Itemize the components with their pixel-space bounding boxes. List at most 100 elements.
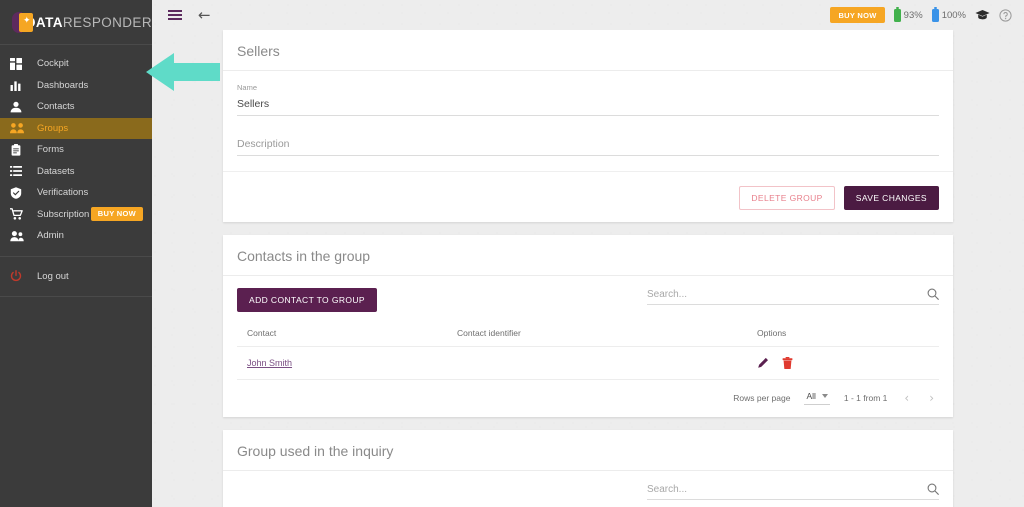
description-field-wrap [237,116,939,156]
add-contact-to-group-button[interactable]: ADD CONTACT TO GROUP [237,288,377,312]
inquiry-search-input[interactable] [647,483,927,495]
chevron-left-icon[interactable]: ‹ [901,392,912,404]
buy-now-button[interactable]: BUY NOW [830,7,885,23]
sidebar-divider [0,255,152,257]
inquiry-section-title: Group used in the inquiry [223,430,953,471]
save-changes-button[interactable]: SAVE CHANGES [843,186,939,210]
shopping-cart-icon [10,208,30,220]
table-row: John Smith [237,346,939,380]
contacts-in-group-card: Contacts in the group ADD CONTACT TO GRO… [223,235,953,417]
sidebar-item-admin[interactable]: Admin [0,225,152,247]
trash-icon[interactable] [782,357,793,369]
contact-link[interactable]: John Smith [247,358,292,368]
sidebar-item-label: Groups [37,122,69,134]
arrow-left-icon[interactable]: ← [198,7,211,23]
power-icon [10,270,30,282]
meter-green-label: 93% [903,9,923,21]
top-bar: ← BUY NOW 93% 100% [152,0,1024,30]
group-form-actions: DELETE GROUP SAVE CHANGES [223,171,953,222]
logo-mark-icon: ✦ [12,11,33,33]
chevron-down-icon [821,394,828,398]
sidebar-item-label: Dashboards [37,79,89,91]
page-title: Sellers [223,30,953,71]
subscription-buy-now-badge[interactable]: BUY NOW [90,206,143,221]
contacts-rows-per-page-value: All [806,391,816,401]
contacts-paginator: Rows per page All 1 - 1 from 1 ‹ › [237,380,939,417]
sidebar-item-datasets[interactable]: Datasets [0,161,152,183]
brand-logo[interactable]: ✦ DATARESPONDER [0,0,152,45]
dashboard-grid-icon [10,57,30,70]
group-used-in-inquiry-card: Group used in the inquiry Dataset Gr [223,430,953,507]
contacts-search-wrap [647,288,939,305]
sidebar-item-label: Forms [37,144,64,156]
contacts-page-range: 1 - 1 from 1 [843,393,888,403]
main-content: Sellers Name DELETE GROUP SAVE CHANGES C… [152,30,1024,507]
sidebar-item-label: Contacts [37,101,75,113]
contacts-header-row: Contact Contact identifier Options [237,322,939,347]
meter-blue[interactable]: 100% [931,6,966,22]
delete-group-button[interactable]: DELETE GROUP [739,186,835,210]
chevron-right-icon[interactable]: › [926,392,937,404]
battery-blue-icon [931,6,939,22]
sidebar-item-label: Log out [37,270,69,282]
meter-green[interactable]: 93% [893,6,923,22]
top-bar-left: ← [152,7,211,23]
sidebar-nav: Cockpit Dashboards Contacts Groups Forms… [0,45,152,297]
contacts-col-identifier: Contact identifier [447,322,747,347]
people-admin-icon [10,230,30,242]
contacts-section-body: ADD CONTACT TO GROUP Contact Contact ide… [223,276,953,417]
sidebar-item-label: Cockpit [37,58,69,70]
name-field-wrap: Name [237,71,939,116]
sidebar-item-verifications[interactable]: Verifications [0,182,152,204]
name-field-label: Name [237,83,258,92]
shield-check-icon [10,186,30,199]
sidebar-item-dashboards[interactable]: Dashboards [0,75,152,97]
pencil-icon[interactable] [757,357,769,369]
contacts-col-contact: Contact [237,322,447,347]
group-form: Name [223,71,953,156]
contacts-cell-contact: John Smith [237,346,447,380]
sidebar-item-contacts[interactable]: Contacts [0,96,152,118]
people-group-icon [10,122,30,134]
sidebar-item-label: Subscription [37,208,90,220]
contacts-rows-per-page-label: Rows per page [733,393,791,403]
top-bar-right: BUY NOW 93% 100% [830,6,1024,23]
bar-chart-icon [10,79,30,92]
inquiry-search-wrap [647,483,939,500]
description-input[interactable] [237,136,939,156]
search-icon[interactable] [927,483,939,495]
sidebar-divider-bottom [0,296,152,297]
name-input[interactable] [237,96,939,116]
meter-blue-label: 100% [941,9,966,21]
battery-green-icon [893,6,901,22]
hamburger-menu-icon[interactable] [168,9,182,21]
contacts-cell-identifier [447,346,747,380]
row-actions [757,357,939,369]
brand-text: DATARESPONDER [26,15,152,30]
sidebar-item-logout[interactable]: Log out [0,266,152,288]
clipboard-icon [10,143,30,156]
contacts-cell-options [747,346,939,380]
contacts-rows-per-page-select[interactable]: All [804,391,830,405]
star-icon: ✦ [23,14,31,25]
contacts-search-input[interactable] [647,288,927,300]
person-icon [10,101,30,113]
contacts-col-options: Options [747,322,939,347]
list-icon [10,165,30,177]
sidebar-item-groups[interactable]: Groups [0,117,152,139]
sidebar-item-subscription[interactable]: Subscription BUY NOW [0,204,152,226]
sidebar-item-label: Verifications [37,187,89,199]
sidebar-item-cockpit[interactable]: Cockpit [0,53,152,75]
help-circle-icon[interactable] [999,8,1012,22]
contacts-table-body: John Smith [237,346,939,380]
contacts-toolbar: ADD CONTACT TO GROUP [237,276,939,312]
group-details-card: Sellers Name DELETE GROUP SAVE CHANGES [223,30,953,222]
inquiry-section-body: Dataset Groups State No data available R… [223,471,953,507]
contacts-section-title: Contacts in the group [223,235,953,276]
sidebar-item-forms[interactable]: Forms [0,139,152,161]
sidebar: ✦ DATARESPONDER Cockpit Dashboards Conta… [0,0,152,507]
brand-text-secondary: RESPONDER [62,14,152,30]
graduation-cap-icon[interactable] [975,9,990,21]
sidebar-item-label: Datasets [37,165,75,177]
search-icon[interactable] [927,288,939,300]
